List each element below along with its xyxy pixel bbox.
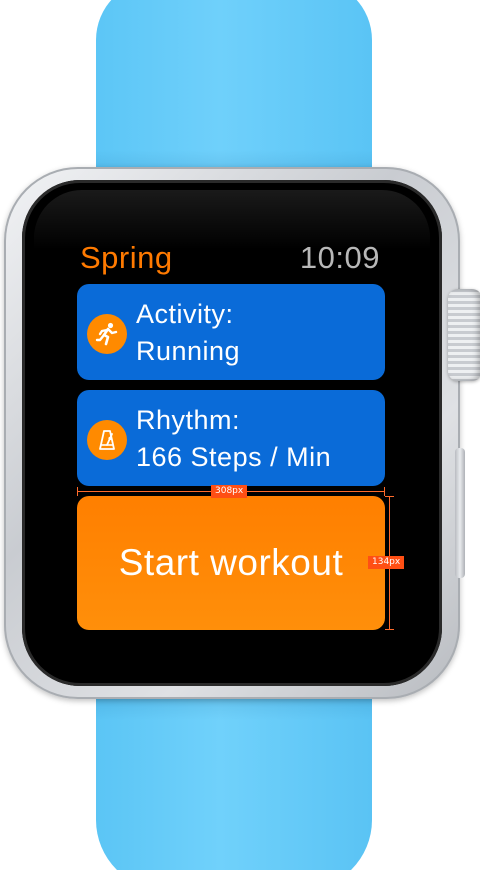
metronome-icon — [87, 420, 127, 460]
height-dimension-label: 134px — [368, 556, 405, 569]
width-dimension-label: 308px — [211, 485, 248, 498]
rhythm-card[interactable]: Rhythm: 166 Steps / Min — [77, 390, 385, 486]
rhythm-text: Rhythm: 166 Steps / Min — [136, 402, 331, 476]
rhythm-value: 166 Steps / Min — [136, 442, 332, 472]
digital-crown[interactable] — [448, 289, 480, 381]
clock-time: 10:09 — [299, 240, 380, 275]
activity-label: Activity: — [136, 299, 234, 329]
side-button[interactable] — [455, 448, 465, 578]
height-dimension-tick-top — [385, 496, 394, 497]
rhythm-label: Rhythm: — [136, 405, 241, 435]
width-dimension-tick-right — [384, 487, 385, 496]
width-dimension-tick-left — [77, 487, 78, 496]
watch-mockup: Spring 10:09 Activity: Running Rhythm: 1… — [0, 0, 480, 870]
start-workout-button[interactable]: Start workout — [77, 496, 385, 630]
height-dimension-tick-bottom — [385, 629, 394, 630]
running-person-icon — [87, 314, 127, 354]
activity-text: Activity: Running — [136, 296, 240, 370]
app-title: Spring — [80, 240, 173, 275]
activity-card[interactable]: Activity: Running — [77, 284, 385, 380]
activity-value: Running — [136, 336, 241, 366]
